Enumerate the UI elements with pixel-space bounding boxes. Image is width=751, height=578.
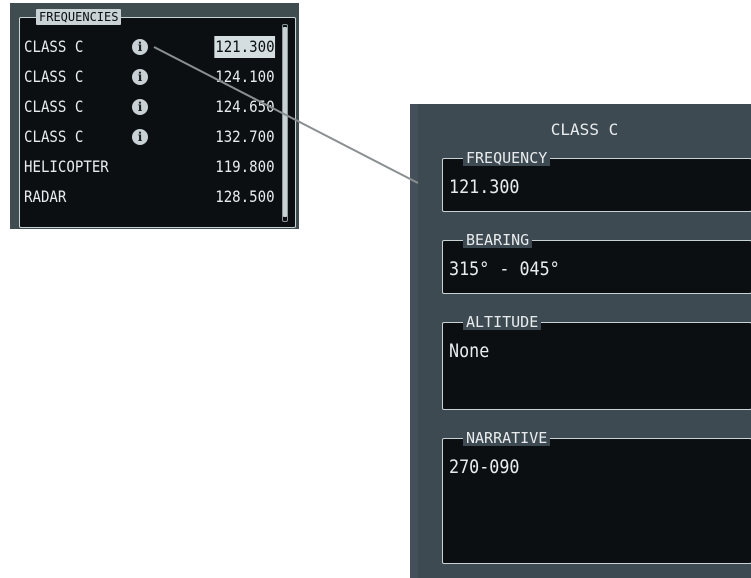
callout-connector-line — [153, 46, 419, 184]
